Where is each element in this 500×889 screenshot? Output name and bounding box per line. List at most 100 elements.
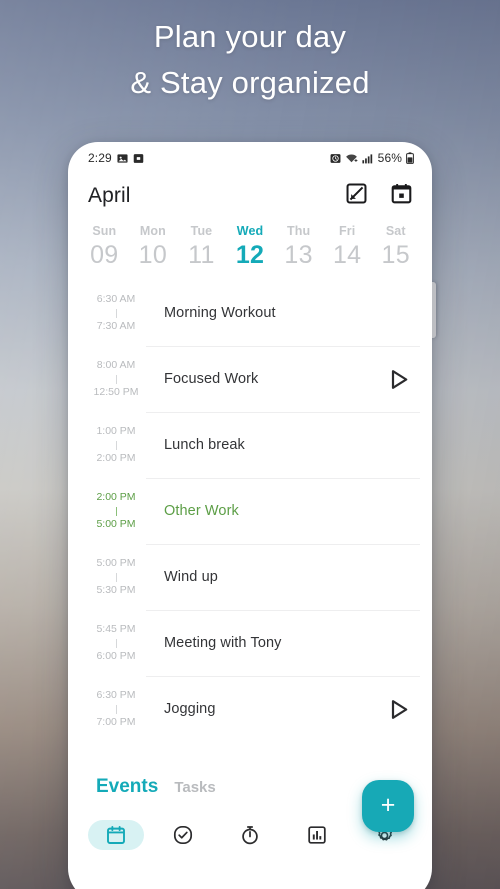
plus-icon: + <box>380 790 396 819</box>
tab-events[interactable]: Events <box>96 776 158 798</box>
event-row[interactable]: 5:45 PM 6:00 PM Meeting with Tony <box>68 610 432 676</box>
timer-icon <box>242 826 258 845</box>
time-separator <box>115 704 117 714</box>
day-of-week-label: Wed <box>236 224 264 238</box>
day-cell-fri[interactable]: Fri 14 <box>323 224 372 270</box>
status-time: 2:29 <box>88 151 112 165</box>
image-notification-icon <box>117 153 128 163</box>
day-of-week-label: Tue <box>190 224 213 238</box>
event-row[interactable]: 6:30 PM 7:00 PM Jogging <box>68 676 432 742</box>
day-of-week-label: Sat <box>385 224 406 238</box>
status-bar-left: 2:29 <box>88 151 144 165</box>
event-title: Lunch break <box>164 437 245 453</box>
event-start-time: 5:45 PM <box>96 623 136 636</box>
nav-item-calendar[interactable] <box>82 820 149 850</box>
event-end-time: 2:00 PM <box>96 451 136 464</box>
event-title: Wind up <box>164 569 218 585</box>
day-number: 09 <box>90 241 119 269</box>
tab-tasks[interactable]: Tasks <box>174 779 215 798</box>
bar-chart-icon <box>308 826 326 844</box>
event-time-range: 1:00 PM 2:00 PM <box>86 426 146 463</box>
day-of-week-label: Mon <box>139 224 166 238</box>
event-start-time: 6:30 PM <box>96 689 136 702</box>
headline-line-2: & Stay organized <box>130 64 370 100</box>
time-separator <box>115 440 117 450</box>
calendar-icon[interactable] <box>391 183 412 209</box>
event-start-time: 5:00 PM <box>96 557 136 570</box>
signal-icon <box>362 153 372 163</box>
status-bar-right: 56% <box>330 151 414 165</box>
event-start-time: 1:00 PM <box>96 425 136 438</box>
day-cell-sat[interactable]: Sat 15 <box>371 224 420 270</box>
event-end-time: 7:30 AM <box>96 319 136 332</box>
check-circle-icon <box>173 825 192 845</box>
event-title: Focused Work <box>164 371 259 387</box>
event-end-time: 5:30 PM <box>96 583 136 596</box>
event-row[interactable]: 1:00 PM 2:00 PM Lunch break <box>68 412 432 478</box>
alarm-icon <box>330 153 341 163</box>
day-cell-tue[interactable]: Tue 11 <box>177 224 226 270</box>
event-start-time: 6:30 AM <box>96 293 136 306</box>
time-separator <box>115 374 117 384</box>
day-number: 14 <box>332 241 362 269</box>
event-end-time: 6:00 PM <box>96 649 136 662</box>
calendar-icon <box>106 826 125 844</box>
headline-line-1: Plan your day <box>153 19 347 54</box>
nav-active-pill <box>87 820 144 850</box>
time-separator <box>115 506 117 516</box>
day-of-week-label: Fri <box>339 224 356 238</box>
day-cell-sun[interactable]: Sun 09 <box>80 224 129 270</box>
time-separator <box>115 572 117 582</box>
event-title: Jogging <box>164 701 216 717</box>
week-strip: Sun 09 Mon 10 Tue 11 Wed 12 Thu 13 Fri 1… <box>68 218 432 280</box>
event-title: Other Work <box>164 503 239 519</box>
day-number: 10 <box>138 241 168 269</box>
day-number: 13 <box>284 241 313 269</box>
event-time-range: 8:00 AM 12:50 PM <box>86 360 146 397</box>
day-cell-mon[interactable]: Mon 10 <box>129 224 178 270</box>
app-bar: April <box>68 174 432 218</box>
event-time-range: 5:00 PM 5:30 PM <box>86 558 146 595</box>
day-of-week-label: Sun <box>92 224 117 238</box>
day-cell-wed-selected[interactable]: Wed 12 <box>226 224 275 270</box>
promo-headline: Plan your day & Stay organized <box>0 14 500 106</box>
event-title: Meeting with Tony <box>164 635 282 651</box>
day-cell-thu[interactable]: Thu 13 <box>274 224 323 270</box>
event-time-range: 5:45 PM 6:00 PM <box>86 624 146 661</box>
event-row[interactable]: 6:30 AM 7:30 AM Morning Workout <box>68 280 432 346</box>
day-number: 11 <box>188 241 215 269</box>
wifi-icon <box>345 154 358 162</box>
edit-square-icon[interactable] <box>346 183 367 209</box>
event-end-time: 7:00 PM <box>96 715 136 728</box>
day-number: 12 <box>235 241 265 269</box>
event-end-time: 12:50 PM <box>93 385 139 398</box>
event-title: Morning Workout <box>164 305 276 321</box>
play-icon[interactable] <box>386 369 412 390</box>
nav-item-stats[interactable] <box>284 825 351 845</box>
event-row-highlighted[interactable]: 2:00 PM 5:00 PM Other Work <box>68 478 432 544</box>
app-bar-actions <box>346 183 412 209</box>
nav-item-tasks[interactable] <box>149 825 216 845</box>
event-start-time: 2:00 PM <box>96 491 136 504</box>
app-notification-icon <box>133 153 144 163</box>
event-start-time: 8:00 AM <box>96 359 136 372</box>
add-event-fab[interactable]: + <box>362 780 414 832</box>
day-of-week-label: Thu <box>286 224 311 238</box>
phone-mockup: 2:29 56% April Sun 09 Mon 10 Tue 11 Wed … <box>68 142 432 889</box>
event-row[interactable]: 8:00 AM 12:50 PM Focused Work <box>68 346 432 412</box>
event-list: 6:30 AM 7:30 AM Morning Workout 8:00 AM … <box>68 280 432 742</box>
play-icon[interactable] <box>386 699 412 720</box>
event-end-time: 5:00 PM <box>96 517 136 530</box>
battery-percent: 56% <box>377 151 402 165</box>
event-row[interactable]: 5:00 PM 5:30 PM Wind up <box>68 544 432 610</box>
time-separator <box>115 638 117 648</box>
time-separator <box>115 308 117 318</box>
battery-icon <box>406 152 414 164</box>
nav-item-timer[interactable] <box>216 825 283 845</box>
page-title: April <box>88 184 131 207</box>
status-bar: 2:29 56% <box>68 142 432 174</box>
event-time-range: 6:30 PM 7:00 PM <box>86 690 146 727</box>
event-time-range: 2:00 PM 5:00 PM <box>86 492 146 529</box>
event-time-range: 6:30 AM 7:30 AM <box>86 294 146 331</box>
day-number: 15 <box>381 241 410 269</box>
